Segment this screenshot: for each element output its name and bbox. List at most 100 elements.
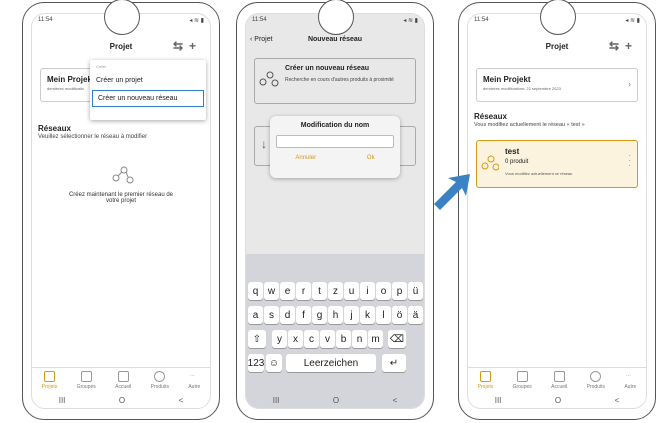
project-card[interactable]: Mein Projekt dernières modifications: 22… (476, 68, 638, 102)
key-ü[interactable]: ü (408, 282, 423, 300)
page-title: Projet (109, 41, 133, 51)
status-icons: ◂ ≋ ▮ (403, 18, 418, 24)
key-123[interactable]: 123 (248, 354, 264, 372)
create-network-subtitle: Recherche en cours d'autres produits à p… (285, 77, 394, 83)
key-z[interactable]: z (328, 282, 343, 300)
key-m[interactable]: m (368, 330, 383, 348)
key-e[interactable]: e (280, 282, 295, 300)
key-⌫[interactable]: ⌫ (388, 330, 406, 348)
networks-title: Réseaux (38, 124, 71, 133)
key-f[interactable]: f (296, 306, 311, 324)
network-note: Vous modifiez actuellement ce réseau (505, 171, 573, 176)
tab-groupes[interactable]: Groupes (513, 371, 532, 390)
home-button[interactable]: O (119, 396, 125, 405)
system-nav-bar: III O < (246, 392, 424, 408)
camera-notch (540, 0, 576, 35)
key-ä[interactable]: ä (408, 306, 423, 324)
system-nav-bar: III O < (468, 392, 646, 408)
back-button[interactable]: < (615, 396, 620, 405)
menu-header: Créer (96, 64, 107, 69)
menu-item-create-network[interactable]: Créer un nouveau réseau (92, 90, 204, 107)
key-x[interactable]: x (288, 330, 303, 348)
project-name: Mein Projekt (483, 75, 531, 84)
tab-groupes[interactable]: Groupes (77, 371, 96, 390)
tab-accueil[interactable]: Accueil (115, 371, 131, 390)
key-p[interactable]: p (392, 282, 407, 300)
key-g[interactable]: g (312, 306, 327, 324)
menu-item-create-project[interactable]: Créer un projet (90, 73, 206, 88)
key-☺[interactable]: ☺ (266, 354, 282, 372)
tab-bar: Projets Groupes Accueil Produits ··· Autr… (32, 367, 210, 390)
tab-produits[interactable]: Produits (587, 371, 605, 390)
key-j[interactable]: j (344, 306, 359, 324)
tab-autre[interactable]: ··· Autre (624, 373, 636, 390)
empty-state-text: Créez maintenant le premier réseau de vo… (68, 192, 174, 204)
network-icon (481, 155, 499, 171)
tab-produits[interactable]: Produits (151, 371, 169, 390)
key-s[interactable]: s (264, 306, 279, 324)
phone-1: 11:54 ◂ ≋ ▮ Projet ⇆+ Mein Projek dernièr… (22, 0, 220, 420)
create-network-title: Créer un nouveau réseau (285, 65, 370, 72)
tab-autre[interactable]: ··· Autre (188, 373, 200, 390)
key-o[interactable]: o (376, 282, 391, 300)
key-u[interactable]: u (344, 282, 359, 300)
status-time: 11:54 (38, 17, 53, 23)
key-n[interactable]: n (352, 330, 367, 348)
header-actions-icon[interactable]: ⇆+ (173, 39, 202, 53)
recent-apps-button[interactable]: III (273, 396, 280, 405)
create-menu: Créer Créer un projet Créer un nouveau r… (90, 60, 206, 120)
screen-2: 11:54 ◂ ≋ ▮ ‹ Projet Nouveau réseau Créer… (245, 13, 425, 409)
home-button[interactable]: O (555, 396, 561, 405)
key-i[interactable]: i (360, 282, 375, 300)
back-button[interactable]: < (393, 396, 398, 405)
tab-projets[interactable]: Projets (478, 371, 493, 390)
cancel-button[interactable]: Annuler (295, 155, 316, 161)
key-h[interactable]: h (328, 306, 343, 324)
download-icon: ↓ (261, 137, 267, 151)
header-actions-icon[interactable]: ⇆+ (609, 39, 638, 53)
status-icons: ◂ ≋ ▮ (189, 18, 204, 24)
key-ö[interactable]: ö (392, 306, 407, 324)
networks-subtitle: Vous modifiez actuellement le réseau « t… (474, 122, 585, 128)
key-t[interactable]: t (312, 282, 327, 300)
status-icons: ◂ ≋ ▮ (625, 18, 640, 24)
ok-button[interactable]: Ok (367, 155, 375, 161)
more-options-icon[interactable]: · · · (628, 152, 631, 170)
key-v[interactable]: v (320, 330, 335, 348)
dialog-title: Modification du nom (300, 122, 370, 129)
key-↵[interactable]: ↵ (382, 354, 406, 372)
home-button[interactable]: O (333, 396, 339, 405)
keyboard (246, 254, 424, 394)
key-q[interactable]: q (248, 282, 263, 300)
rename-dialog: Modification du nom Annuler Ok (270, 116, 400, 178)
key-l[interactable]: l (376, 306, 391, 324)
network-product-count: 0 produit (505, 159, 529, 165)
key-b[interactable]: b (336, 330, 351, 348)
recent-apps-button[interactable]: III (495, 396, 502, 405)
system-nav-bar: III O < (32, 392, 210, 408)
key-r[interactable]: r (296, 282, 311, 300)
key-⇧[interactable]: ⇧ (248, 330, 266, 348)
screen-3: 11:54 ◂ ≋ ▮ Projet ⇆+ Mein Projekt derniè… (467, 13, 647, 409)
chevron-right-icon: › (628, 79, 631, 89)
page-title: Nouveau réseau (307, 36, 363, 43)
create-network-card[interactable]: Créer un nouveau réseau Recherche en cou… (254, 58, 416, 104)
key-d[interactable]: d (280, 306, 295, 324)
key-k[interactable]: k (360, 306, 375, 324)
camera-notch (104, 0, 140, 35)
recent-apps-button[interactable]: III (59, 396, 66, 405)
phone-2: 11:54 ◂ ≋ ▮ ‹ Projet Nouveau réseau Créer… (236, 0, 434, 420)
status-time: 11:54 (252, 17, 267, 23)
back-button[interactable]: < (179, 396, 184, 405)
network-card-test[interactable]: test 0 produit Vous modifiez actuellemen… (476, 140, 638, 188)
networks-subtitle: Veuillez sélectionner le réseau à modifi… (38, 134, 148, 140)
key-Leerzeichen[interactable]: Leerzeichen (286, 354, 376, 372)
key-c[interactable]: c (304, 330, 319, 348)
key-y[interactable]: y (272, 330, 287, 348)
tab-accueil[interactable]: Accueil (551, 371, 567, 390)
key-a[interactable]: a (248, 306, 263, 324)
name-input[interactable] (276, 135, 394, 148)
status-time: 11:54 (474, 17, 489, 23)
key-w[interactable]: w (264, 282, 279, 300)
tab-projets[interactable]: Projets (42, 371, 57, 390)
